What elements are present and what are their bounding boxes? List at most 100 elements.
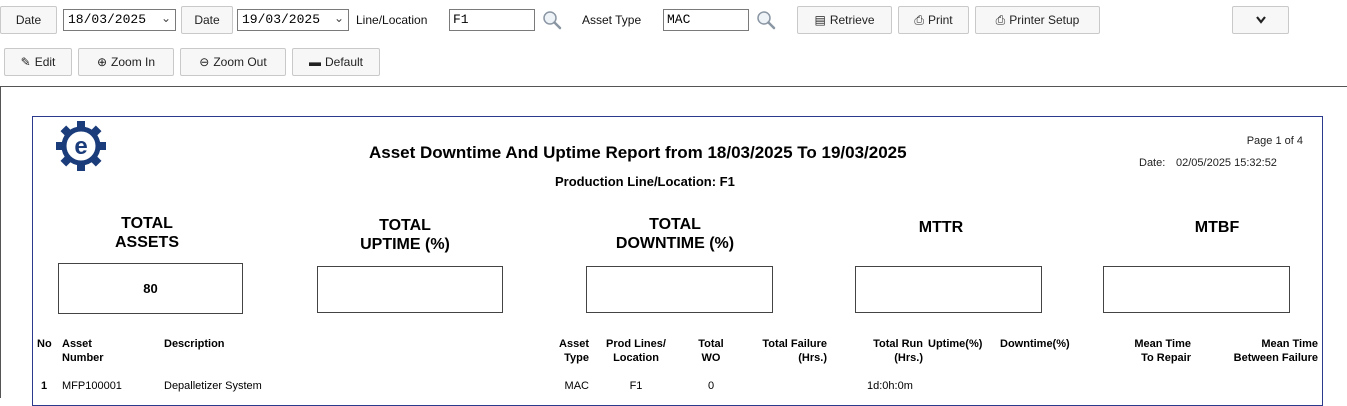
chevron-down-icon: ⌄: [333, 11, 344, 25]
printer-setup-button[interactable]: ⎙ Printer Setup: [975, 6, 1100, 34]
edit-label: Edit: [34, 55, 56, 69]
col-asset-number-line2: Number: [62, 352, 104, 364]
zoom-in-label: Zoom In: [111, 55, 156, 69]
col-mtbf-line2: Between Failure: [1233, 352, 1318, 364]
default-button[interactable]: ▬ Default: [292, 48, 380, 76]
print-date-value: 02/05/2025 15:32:52: [1176, 157, 1277, 169]
col-total-failure: Total Failure (Hrs.): [733, 337, 827, 365]
asset-type-label: Asset Type: [582, 13, 642, 27]
kpi-total-assets-title: TOTAL ASSETS: [87, 214, 207, 252]
row-asset-type: MAC: [564, 380, 589, 392]
edit-button[interactable]: ✎ Edit: [4, 48, 72, 76]
asset-type-value: MAC: [667, 12, 691, 27]
row-description: Depalletizer System: [164, 380, 262, 392]
zoom-out-label: Zoom Out: [213, 55, 267, 69]
col-total-wo-line2: WO: [701, 352, 721, 364]
printer-setup-label: Printer Setup: [1009, 13, 1080, 27]
col-asset-number: Asset Number: [62, 337, 104, 365]
print-button[interactable]: ⎙ Print: [898, 6, 969, 34]
col-total-run: Total Run (Hrs.): [853, 337, 923, 365]
row-no: 1: [41, 380, 48, 392]
kpi-mttr-title: MTTR: [918, 219, 964, 236]
kpi-uptime-line2: UPTIME (%): [360, 236, 450, 253]
zoom-in-button[interactable]: ⊕ Zoom In: [78, 48, 174, 76]
kpi-uptime-box: [317, 266, 503, 313]
kpi-total-assets-line2: ASSETS: [114, 234, 179, 251]
zoom-out-button[interactable]: ⊖ Zoom Out: [180, 48, 286, 76]
col-uptime: Uptime(%): [928, 338, 983, 350]
chevron-down-icon: [1255, 16, 1266, 24]
col-no: No: [37, 338, 52, 350]
date1-select[interactable]: 18/03/2025 ⌄: [63, 9, 176, 31]
report-page: e Asset Downtime And Uptime Report from …: [32, 116, 1323, 406]
print-date-label: Date:: [1139, 157, 1166, 169]
default-label: Default: [324, 55, 364, 69]
date1-label: Date: [15, 13, 42, 27]
col-asset-type-line1: Asset: [559, 338, 589, 350]
date2-label-button[interactable]: Date: [181, 6, 233, 34]
col-total-run-line2: (Hrs.): [894, 352, 923, 364]
date2-label: Date: [194, 13, 220, 27]
col-mtbf: Mean Time Between Failure: [1208, 337, 1318, 365]
kpi-mtbf-title: MTBF: [1194, 219, 1240, 236]
col-asset-number-line1: Asset: [62, 338, 92, 350]
kpi-downtime-title: TOTAL DOWNTIME (%): [605, 215, 745, 253]
asset-type-input[interactable]: MAC: [663, 9, 749, 31]
svg-text:e: e: [74, 133, 87, 160]
kpi-mttr-box: [855, 266, 1042, 313]
kpi-uptime-title: TOTAL UPTIME (%): [345, 216, 465, 254]
col-total-run-line1: Total Run: [873, 338, 923, 350]
print-label: Print: [927, 13, 953, 27]
line-location-input[interactable]: F1: [449, 9, 535, 31]
kpi-downtime-line2: DOWNTIME (%): [615, 235, 735, 252]
col-total-wo: Total WO: [691, 337, 731, 365]
row-asset-number: MFP100001: [62, 380, 122, 392]
expand-toggle-button[interactable]: [1232, 6, 1289, 34]
company-logo-icon: e: [56, 121, 106, 171]
col-mtbf-line1: Mean Time: [1261, 338, 1318, 350]
date1-value: 18/03/2025: [68, 12, 147, 27]
edit-icon: ✎: [20, 55, 31, 69]
col-asset-type: Asset Type: [533, 337, 589, 365]
search-icon[interactable]: [542, 10, 562, 30]
col-prod-lines-line1: Prod Lines/: [606, 338, 666, 350]
col-prod-lines: Prod Lines/Location: [596, 337, 676, 365]
kpi-downtime-line1: TOTAL: [649, 216, 701, 233]
chevron-down-icon: ⌄: [160, 11, 171, 25]
col-total-failure-line1: Total Failure: [762, 338, 827, 350]
col-total-wo-line1: Total: [698, 338, 724, 350]
list-icon: ▤: [814, 13, 826, 27]
col-description: Description: [164, 338, 225, 350]
zoom-out-icon: ⊖: [199, 55, 210, 69]
date1-label-button[interactable]: Date: [0, 6, 57, 34]
col-mttr: Mean Time To Repair: [1103, 337, 1191, 365]
line-location-value: F1: [453, 12, 469, 27]
zoom-in-icon: ⊕: [96, 55, 108, 69]
date2-select[interactable]: 19/03/2025 ⌄: [237, 9, 349, 31]
kpi-total-assets-box: 80: [58, 263, 243, 314]
printer-icon: ⎙: [995, 12, 1006, 27]
col-mttr-line1: Mean Time: [1134, 338, 1191, 350]
retrieve-label: Retrieve: [829, 13, 875, 27]
kpi-uptime-line1: TOTAL: [379, 217, 431, 234]
col-mttr-line2: To Repair: [1141, 352, 1191, 364]
kpi-total-assets-value: 80: [143, 281, 158, 296]
page-indicator: Page 1 of 4: [1246, 135, 1303, 147]
search-icon[interactable]: [756, 10, 776, 30]
retrieve-button[interactable]: ▤ Retrieve: [797, 6, 892, 34]
report-title: Asset Downtime And Uptime Report from 18…: [369, 143, 907, 162]
col-downtime: Downtime(%): [1000, 338, 1070, 350]
kpi-mtbf-box: [1103, 266, 1290, 313]
printer-icon: ⎙: [914, 12, 924, 27]
row-prod-line: F1: [629, 380, 643, 392]
kpi-downtime-box: [586, 266, 773, 313]
report-subtitle: Production Line/Location: F1: [555, 174, 735, 189]
col-total-failure-line2: (Hrs.): [798, 352, 827, 364]
row-total-wo: 0: [707, 380, 715, 392]
col-asset-type-line2: Type: [564, 352, 589, 364]
line-location-label: Line/Location: [356, 13, 428, 27]
default-view-icon: ▬: [308, 55, 321, 69]
row-total-run: 1d:0h:0m: [867, 380, 913, 392]
col-prod-lines-line2: Location: [613, 352, 659, 364]
kpi-total-assets-line1: TOTAL: [121, 215, 173, 232]
